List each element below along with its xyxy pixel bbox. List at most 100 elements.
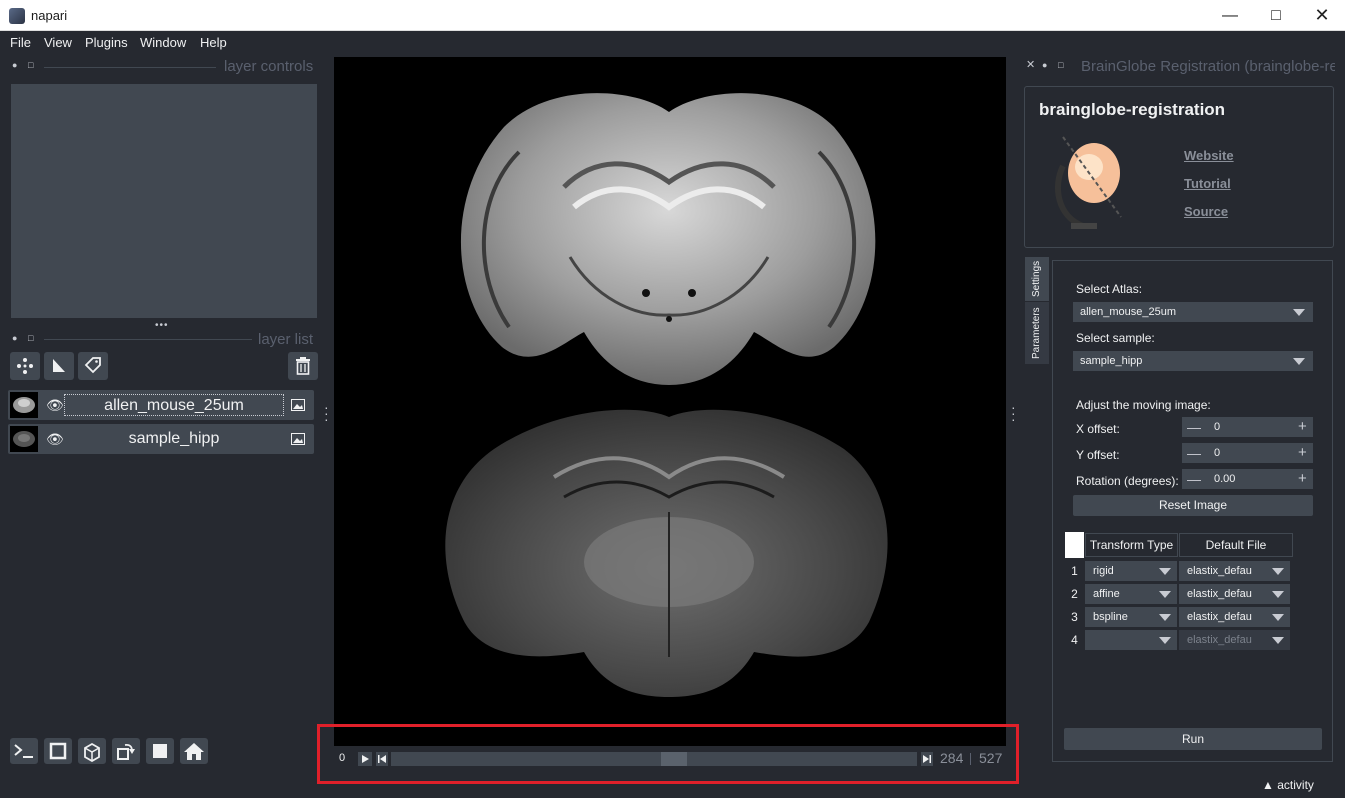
y-offset-value: 0 <box>1214 447 1221 459</box>
minimize-button[interactable]: — <box>1207 0 1253 31</box>
cube-icon <box>84 742 100 762</box>
grid-toggle-button[interactable] <box>146 738 174 764</box>
x-offset-spinbox[interactable]: — 0 + <box>1182 417 1313 437</box>
dock-float-icon[interactable]: □ <box>1058 60 1063 70</box>
menu-view[interactable]: View <box>44 35 72 50</box>
viewer-canvas[interactable] <box>334 57 1006 747</box>
minus-icon[interactable]: — <box>1187 443 1201 463</box>
minus-icon[interactable]: — <box>1187 417 1201 437</box>
chevron-down-icon <box>1272 568 1284 575</box>
default-file-select[interactable]: elastix_defau <box>1179 630 1290 650</box>
dock-close-icon[interactable]: ✕ <box>1026 58 1035 71</box>
chevron-down-icon <box>1293 309 1305 316</box>
new-shapes-layer-button[interactable] <box>44 352 74 380</box>
default-file-value: elastix_defau <box>1187 634 1252 646</box>
rotation-spinbox[interactable]: — 0.00 + <box>1182 469 1313 489</box>
menu-help[interactable]: Help <box>200 35 227 50</box>
image-layer-type-icon <box>291 432 305 450</box>
layer-row-sample[interactable]: 👁 sample_hipp <box>8 424 314 454</box>
select-atlas-label: Select Atlas: <box>1076 282 1143 296</box>
window-title: napari <box>31 8 68 23</box>
atlas-select[interactable]: allen_mouse_25um <box>1073 302 1313 322</box>
chevron-down-icon <box>1272 614 1284 621</box>
activity-toggle[interactable]: ▲ activity <box>1262 778 1314 792</box>
plus-icon[interactable]: + <box>1298 443 1307 463</box>
default-file-select[interactable]: elastix_defau <box>1179 561 1290 581</box>
website-link[interactable]: Website <box>1184 148 1234 163</box>
tab-settings[interactable]: Settings <box>1025 257 1049 301</box>
source-link[interactable]: Source <box>1184 204 1228 219</box>
new-points-layer-button[interactable] <box>10 352 40 380</box>
layer-thumbnail <box>10 392 38 418</box>
maximize-button[interactable]: □ <box>1253 0 1299 31</box>
plus-icon[interactable]: + <box>1298 469 1307 489</box>
transform-type-select[interactable] <box>1085 630 1177 650</box>
default-file-select[interactable]: elastix_defau <box>1179 607 1290 627</box>
row-number: 3 <box>1065 606 1084 628</box>
splitter-handle-icon[interactable]: · · · <box>324 400 330 426</box>
dock-float-icon[interactable]: ● <box>1042 60 1047 70</box>
menu-plugins[interactable]: Plugins <box>85 35 128 50</box>
layer-row-allen[interactable]: 👁 allen_mouse_25um <box>8 390 314 420</box>
y-offset-spinbox[interactable]: — 0 + <box>1182 443 1313 463</box>
default-file-select[interactable]: elastix_defau <box>1179 584 1290 604</box>
points-icon <box>17 358 33 374</box>
plus-icon[interactable]: + <box>1298 417 1307 437</box>
select-sample-label: Select sample: <box>1076 331 1155 345</box>
rotation-value: 0.00 <box>1214 473 1236 485</box>
chevron-down-icon <box>1159 637 1171 644</box>
transform-type-select[interactable]: affine <box>1085 584 1177 604</box>
chevron-down-icon <box>1159 591 1171 598</box>
table-corner[interactable] <box>1065 532 1084 558</box>
dock-float-icon[interactable]: □ <box>28 333 33 343</box>
transform-type-select[interactable]: bspline <box>1085 607 1177 627</box>
shapes-icon <box>53 359 65 372</box>
table-header-default-file[interactable]: Default File <box>1179 533 1293 557</box>
tab-parameters[interactable]: Parameters <box>1025 302 1049 364</box>
chevron-down-icon <box>1272 637 1284 644</box>
menu-file[interactable]: File <box>10 35 31 50</box>
rotate-icon <box>117 743 135 760</box>
dock-float-icon[interactable]: □ <box>28 60 33 70</box>
menu-window[interactable]: Window <box>140 35 186 50</box>
console-icon <box>14 744 33 758</box>
transform-type-select[interactable]: rigid <box>1085 561 1177 581</box>
sample-select[interactable]: sample_hipp <box>1073 351 1313 371</box>
console-button[interactable] <box>10 738 38 764</box>
close-window-button[interactable]: ✕ <box>1299 0 1345 31</box>
adjust-image-label: Adjust the moving image: <box>1076 398 1211 412</box>
roll-dims-button[interactable] <box>78 738 106 764</box>
x-offset-value: 0 <box>1214 421 1221 433</box>
run-button[interactable]: Run <box>1064 728 1322 750</box>
row-number: 4 <box>1065 629 1084 651</box>
reset-image-button[interactable]: Reset Image <box>1073 495 1313 516</box>
splitter-handle-icon[interactable]: · · · <box>1011 400 1017 426</box>
tutorial-link[interactable]: Tutorial <box>1184 176 1231 191</box>
minus-icon[interactable]: — <box>1187 469 1201 489</box>
transform-type-value: bspline <box>1093 611 1128 623</box>
layer-name[interactable]: allen_mouse_25um <box>64 394 284 416</box>
layer-controls-area <box>11 84 317 318</box>
dock-close-icon[interactable]: ● <box>12 333 17 343</box>
table-header-transform-type[interactable]: Transform Type <box>1085 533 1178 557</box>
transpose-button[interactable] <box>112 738 140 764</box>
home-button[interactable] <box>180 738 208 764</box>
image-layer-type-icon <box>291 398 305 416</box>
plugin-dock-title: BrainGlobe Registration (brainglobe-regi <box>1081 58 1335 75</box>
plugin-header: brainglobe-registration Website Tutorial… <box>1024 86 1334 248</box>
rotation-label: Rotation (degrees): <box>1076 474 1179 488</box>
visibility-eye-icon[interactable]: 👁 <box>46 431 64 448</box>
transform-type-value: affine <box>1093 588 1120 600</box>
transform-type-value: rigid <box>1093 565 1114 577</box>
labels-tag-icon <box>84 357 101 374</box>
delete-layer-button[interactable] <box>288 352 318 380</box>
chevron-down-icon <box>1159 568 1171 575</box>
new-labels-layer-button[interactable] <box>78 352 108 380</box>
ndisplay-button[interactable] <box>44 738 72 764</box>
resize-handle-icon[interactable]: ••• <box>155 320 169 331</box>
layer-name[interactable]: sample_hipp <box>64 428 284 450</box>
visibility-eye-icon[interactable]: 👁 <box>46 397 64 414</box>
dock-close-icon[interactable]: ● <box>12 60 17 70</box>
sample-select-value: sample_hipp <box>1080 355 1143 367</box>
default-file-value: elastix_defau <box>1187 565 1252 577</box>
